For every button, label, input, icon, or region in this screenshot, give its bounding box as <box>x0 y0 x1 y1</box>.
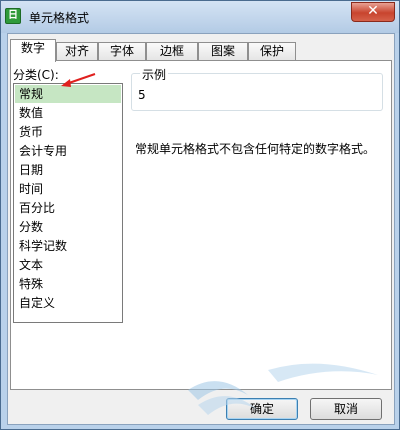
red-arrow-annotation-icon <box>61 73 96 87</box>
category-item-accounting[interactable]: 会计专用 <box>15 142 121 160</box>
tab-pattern[interactable]: 图案 <box>198 42 248 61</box>
example-group: 示例 5 <box>131 66 383 111</box>
watermark-logo-icon <box>188 363 378 415</box>
category-list[interactable]: 常规 数值 货币 会计专用 日期 时间 百分比 分数 科学记数 文本 特殊 自定… <box>13 83 123 323</box>
format-description: 常规单元格格式不包含任何特定的数字格式。 <box>135 142 376 156</box>
category-item-text[interactable]: 文本 <box>15 256 121 274</box>
category-item-time[interactable]: 时间 <box>15 180 121 198</box>
tab-protection[interactable]: 保护 <box>248 42 296 61</box>
category-item-number[interactable]: 数值 <box>15 104 121 122</box>
category-item-date[interactable]: 日期 <box>15 161 121 179</box>
close-icon: ✕ <box>367 3 379 19</box>
category-item-currency[interactable]: 货币 <box>15 123 121 141</box>
number-tab-panel: 分类(C): 常规 数值 货币 会计专用 日期 时间 百分比 分数 科学记数 文… <box>10 60 392 390</box>
window-title: 单元格格式 <box>29 11 90 25</box>
example-legend: 示例 <box>140 66 169 83</box>
category-item-fraction[interactable]: 分数 <box>15 218 121 236</box>
title-bar[interactable]: 日 单元格格式 ✕ <box>1 1 399 33</box>
category-item-custom[interactable]: 自定义 <box>15 294 121 312</box>
category-item-scientific[interactable]: 科学记数 <box>15 237 121 255</box>
example-value: 5 <box>138 88 146 102</box>
tab-alignment[interactable]: 对齐 <box>56 42 98 61</box>
category-item-percentage[interactable]: 百分比 <box>15 199 121 217</box>
tab-number[interactable]: 数字 <box>10 39 56 62</box>
app-logo-icon: 日 <box>5 8 21 24</box>
tab-font[interactable]: 字体 <box>98 42 146 61</box>
category-item-special[interactable]: 特殊 <box>15 275 121 293</box>
close-button[interactable]: ✕ <box>351 2 395 22</box>
category-label: 分类(C): <box>13 68 59 82</box>
tab-border[interactable]: 边框 <box>146 42 198 61</box>
